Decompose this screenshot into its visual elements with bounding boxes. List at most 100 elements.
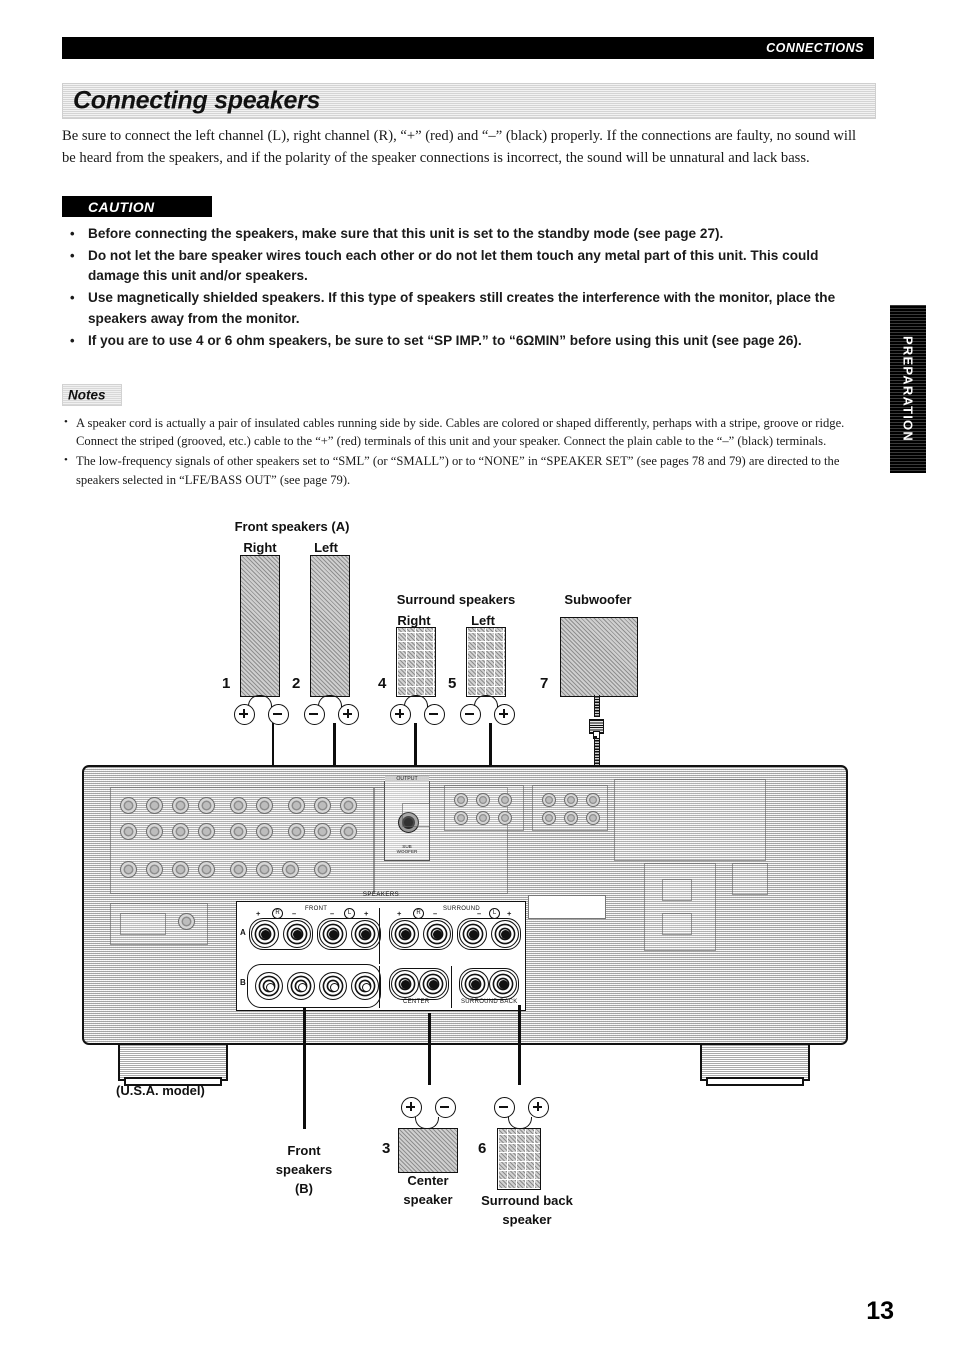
caution-item-text: If you are to use 4 or 6 ohm speakers, b…: [88, 332, 802, 348]
note-item-text: The low-frequency signals of other speak…: [76, 454, 840, 487]
binding-post-center-minus[interactable]: [419, 970, 447, 998]
binding-post-a-front-r-minus[interactable]: [283, 920, 311, 948]
mark-minus: –: [292, 909, 297, 918]
speaker-terminal-block: SPEAKERS A B + R – FRONT – L + + R – SUR…: [236, 892, 526, 1011]
binding-post-b-front-l-minus[interactable]: [319, 972, 347, 1000]
label-front-speakers-a: Front speakers (A): [234, 519, 350, 534]
binding-post-b-front-r-plus[interactable]: [255, 972, 283, 1000]
label-surround-back-1: Surround back: [481, 1193, 573, 1208]
speaker-center: [398, 1128, 458, 1173]
block-terminal: [120, 913, 166, 935]
binding-post-center-plus[interactable]: [391, 970, 419, 998]
divider: [451, 966, 453, 1008]
label-front-b-1: Front: [287, 1143, 321, 1158]
number-surround-right: 4: [378, 675, 387, 692]
binding-post-b-front-r-minus[interactable]: [287, 972, 315, 1000]
note-item: • The low-frequency signals of other spe…: [62, 452, 870, 488]
mark-plus: +: [364, 909, 369, 918]
page-number: 13: [866, 1297, 894, 1325]
running-head-bar: CONNECTIONS: [62, 37, 874, 59]
output-caption: OUTPUT: [385, 776, 429, 782]
caution-tag: CAUTION: [62, 196, 212, 217]
speaker-subwoofer: [560, 617, 638, 697]
output-jack-label: SUB WOOFER: [396, 844, 418, 854]
terminal-plus-center: [401, 1097, 422, 1118]
mark-minus: –: [477, 909, 482, 918]
binding-post-a-front-l-minus[interactable]: [319, 920, 347, 948]
side-tab-label: PREPARATION: [900, 336, 916, 442]
binding-post-a-surr-l-minus[interactable]: [459, 920, 487, 948]
speaker-surround-back: [497, 1128, 541, 1190]
chassis-foot-left: [118, 1043, 228, 1086]
terminal-minus-surround-right: [424, 704, 445, 725]
note-item-text: A speaker cord is actually a pair of ins…: [76, 416, 845, 449]
side-tab-preparation: PREPARATION: [890, 305, 926, 473]
caution-list: • Before connecting the speakers, make s…: [62, 224, 862, 352]
chassis-foot-right: [700, 1043, 810, 1086]
speaker-front-left: [310, 555, 350, 697]
label-surround-left: Left: [471, 613, 495, 628]
speaker-surround-right: [396, 627, 436, 697]
caution-item-text: Before connecting the speakers, make sur…: [88, 226, 724, 241]
label-front-right: Right: [243, 540, 277, 555]
caution-item: • Use magnetically shielded speakers. If…: [62, 288, 862, 329]
label-surround-speakers: Surround speakers: [396, 592, 516, 607]
label-subwoofer: Subwoofer: [564, 592, 632, 607]
mark-plus: +: [507, 909, 512, 918]
terminal-plus-surround-back: [528, 1097, 549, 1118]
caution-item: • Do not let the bare speaker wires touc…: [62, 246, 862, 287]
antenna-terminal: [732, 863, 768, 895]
row-label-b: B: [240, 978, 246, 987]
terminal-minus-front-left: [304, 704, 325, 725]
group-label-surround: SURROUND: [443, 906, 481, 912]
rca-plug-icon: [589, 714, 604, 741]
mark-plus: +: [397, 909, 402, 918]
speaker-surround-left: [466, 627, 506, 697]
page-title: Connecting speakers: [73, 86, 321, 115]
connector-block: [402, 803, 430, 827]
mark-minus: –: [433, 909, 438, 918]
mark-minus: –: [330, 909, 335, 918]
caution-item-text: Use magnetically shielded speakers. If t…: [88, 290, 836, 326]
binding-post-sb-plus[interactable]: [489, 970, 517, 998]
bullet-marker: •: [64, 416, 68, 428]
binding-post-sb-minus[interactable]: [461, 970, 489, 998]
terminal-plus-front-left: [338, 704, 359, 725]
terminal-plus-surround-left: [494, 704, 515, 725]
ac-outlet: [662, 913, 692, 935]
label-plate: [528, 895, 606, 919]
binding-post-a-front-r-plus[interactable]: [251, 920, 279, 948]
wire-front-b: [303, 1007, 306, 1129]
binding-post-b-front-l-plus[interactable]: [351, 972, 379, 1000]
section-title-band: Connecting speakers: [62, 83, 876, 119]
binding-post-a-surr-r-minus[interactable]: [423, 920, 451, 948]
number-surround-back: 6: [478, 1140, 487, 1157]
speakers-caption: SPEAKERS: [362, 892, 400, 898]
row-label-a: A: [240, 928, 246, 937]
note-item: • A speaker cord is actually a pair of i…: [62, 414, 870, 450]
bullet-marker: •: [70, 290, 75, 306]
binding-post-a-front-l-plus[interactable]: [351, 920, 379, 948]
label-front-left: Left: [314, 540, 338, 555]
caution-tag-label: CAUTION: [88, 198, 155, 215]
terminal-minus-center: [435, 1097, 456, 1118]
binding-post-a-surr-l-plus[interactable]: [491, 920, 519, 948]
caution-item: • If you are to use 4 or 6 ohm speakers,…: [62, 331, 862, 352]
speaker-front-right: [240, 555, 280, 697]
mark-plus: +: [256, 909, 261, 918]
model-note: (U.S.A. model): [116, 1083, 205, 1098]
caution-item-text: Do not let the bare speaker wires touch …: [88, 247, 819, 284]
terminal-minus-surround-left: [460, 704, 481, 725]
terminal-plus-front-right: [234, 704, 255, 725]
notes-tag-label: Notes: [68, 387, 106, 403]
running-head-label: CONNECTIONS: [766, 41, 864, 55]
caution-item: • Before connecting the speakers, make s…: [62, 224, 862, 245]
binding-post-a-surr-r-plus[interactable]: [391, 920, 419, 948]
jack-cluster-r3: [614, 779, 766, 861]
speaker-connection-diagram: Front speakers (A) Right Left Surround s…: [0, 505, 954, 1265]
intro-paragraph: Be sure to connect the left channel (L),…: [62, 128, 857, 166]
bullet-marker: •: [70, 247, 75, 263]
group-label-surround-back: SURROUND BACK: [461, 999, 518, 1005]
manual-page: CONNECTIONS Connecting speakers Be sure …: [0, 0, 954, 1350]
terminal-minus-front-right: [268, 704, 289, 725]
